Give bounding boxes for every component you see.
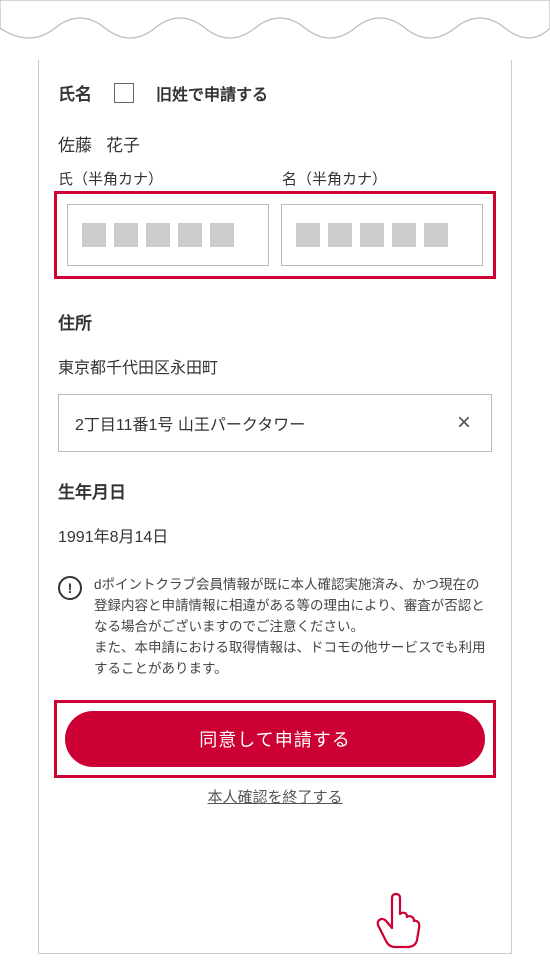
maiden-name-label: 旧姓で申請する — [156, 81, 268, 105]
address-detail-input[interactable]: 2丁目11番1号 山王パークタワー × — [58, 394, 492, 452]
alert-row: ! dポイントクラブ会員情報が既に本人確認実施済み、かつ現在の登録内容と申請情報… — [58, 575, 492, 680]
maiden-name-checkbox[interactable] — [114, 83, 134, 103]
submit-button-label: 同意して申請する — [199, 726, 350, 752]
terminate-label: 本人確認を終了する — [207, 789, 342, 806]
kana-given-input[interactable] — [281, 204, 483, 266]
alert-icon: ! — [58, 576, 82, 600]
submit-highlight-box: 同意して申請する — [54, 700, 496, 778]
full-name-display: 佐藤花子 — [58, 131, 492, 156]
kana-surname-input[interactable] — [67, 204, 269, 266]
name-section-header: 氏名 旧姓で申請する — [58, 80, 492, 105]
address-section: 住所 東京都千代田区永田町 2丁目11番1号 山王パークタワー × — [58, 309, 492, 452]
kana-given-label: 名（半角カナ） — [282, 168, 492, 189]
kana-highlight-box — [54, 191, 496, 279]
surname-text: 佐藤 — [58, 136, 92, 155]
kana-surname-label: 氏（半角カナ） — [58, 168, 268, 189]
address-prefilled-text: 東京都千代田区永田町 — [58, 354, 492, 378]
given-name-text: 花子 — [106, 136, 140, 155]
alert-text: dポイントクラブ会員情報が既に本人確認実施済み、かつ現在の登録内容と申請情報に相… — [94, 575, 492, 680]
dob-section: 生年月日 1991年8月14日 — [58, 478, 492, 547]
name-section-label: 氏名 — [58, 80, 92, 105]
dob-section-label: 生年月日 — [58, 478, 492, 503]
placeholder-blocks — [82, 223, 234, 247]
submit-button[interactable]: 同意して申請する — [65, 711, 485, 767]
placeholder-blocks — [296, 223, 448, 247]
terminate-link[interactable]: 本人確認を終了する — [58, 786, 492, 807]
dob-value: 1991年8月14日 — [58, 523, 492, 547]
cursor-hand-icon — [372, 892, 422, 950]
address-detail-value: 2丁目11番1号 山王パークタワー — [75, 411, 305, 435]
torn-edge-decoration — [0, 0, 550, 60]
address-section-label: 住所 — [58, 309, 492, 334]
clear-icon[interactable]: × — [453, 411, 475, 435]
